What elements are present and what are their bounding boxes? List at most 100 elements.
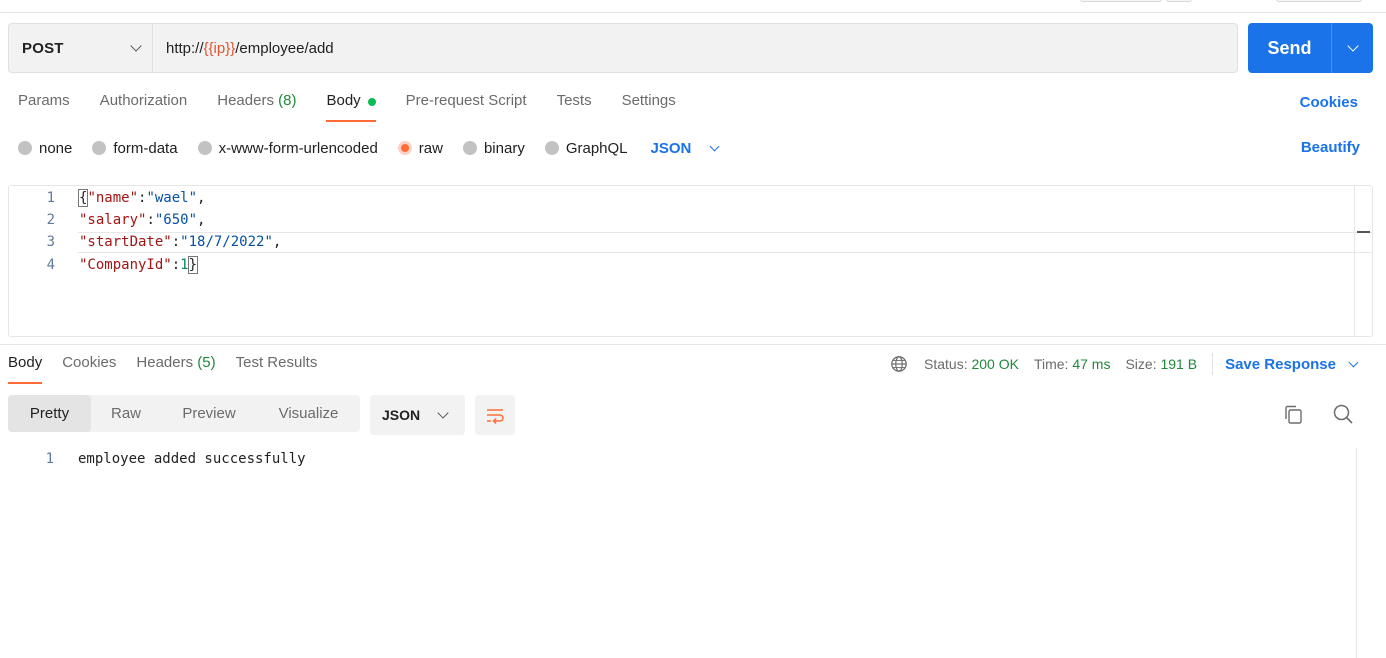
json-comma: , [197, 190, 206, 206]
send-dropdown-button[interactable] [1332, 23, 1373, 73]
save-response-label: Save Response [1225, 355, 1336, 373]
beautify-button[interactable]: Beautify [1301, 139, 1360, 156]
top-fragment [1166, 0, 1192, 2]
tab-tests[interactable]: Tests [557, 92, 592, 122]
response-format-select[interactable]: JSON [370, 395, 465, 435]
tab-pre-request-script[interactable]: Pre-request Script [406, 92, 527, 122]
radio-circle-icon [92, 141, 107, 155]
method-select[interactable]: POST [9, 24, 153, 72]
wrap-lines-button[interactable] [475, 395, 515, 435]
radio-label: form-data [113, 139, 178, 157]
json-comma: , [272, 234, 282, 250]
response-line: 1 employee added successfully [8, 448, 306, 470]
tab-headers[interactable]: Headers (8) [217, 92, 296, 122]
response-scrollbar[interactable] [1356, 448, 1357, 658]
radio-circle-icon [197, 141, 212, 155]
line-number: 3 [46, 234, 55, 250]
radio-graphql[interactable]: GraphQL [544, 140, 628, 157]
method-label: POST [22, 39, 64, 57]
copy-icon[interactable] [1283, 404, 1305, 426]
editor-line: 4 "CompanyId":1} [9, 254, 199, 276]
tab-label: Test Results [235, 354, 318, 371]
line-number: 2 [46, 212, 55, 228]
tab-response-headers[interactable]: Headers (5) [136, 354, 215, 384]
url-input[interactable]: http://{{ip}}/employee/add [153, 40, 334, 57]
editor-scrollbar[interactable] [1354, 186, 1372, 336]
status-value: 200 OK [971, 356, 1019, 372]
pane-divider[interactable] [0, 344, 1386, 345]
line-code: {"name":"wael", [77, 189, 206, 207]
tab-label: Tests [556, 92, 592, 109]
url-variable: {{ip}} [203, 39, 236, 57]
tab-label: Authorization [99, 92, 188, 109]
send-button-group: Send [1248, 23, 1373, 73]
view-mode-selector: Pretty Raw Preview Visualize [8, 395, 360, 432]
json-colon: : [146, 212, 155, 228]
wrap-lines-icon [487, 409, 504, 425]
search-icon[interactable] [1332, 403, 1354, 425]
time-indicator[interactable]: Time: 47 ms [1034, 356, 1111, 372]
tab-label: Body [326, 92, 361, 109]
status-indicator[interactable]: Status: 200 OK [924, 356, 1019, 372]
radio-binary[interactable]: binary [462, 140, 525, 157]
tab-label: Pre-request Script [405, 92, 527, 109]
status-label: Status: [924, 356, 968, 372]
view-mode-pretty[interactable]: Pretty [8, 395, 91, 432]
scrollbar-marker [1357, 231, 1370, 233]
top-fragment [1276, 0, 1362, 2]
tab-params[interactable]: Params [18, 92, 70, 122]
url-suffix: /employee/add [235, 39, 334, 57]
globe-icon[interactable] [890, 355, 908, 373]
response-status-bar: Status: 200 OK Time: 47 ms Size: 191 B S… [890, 353, 1359, 375]
radio-circle-icon [462, 141, 477, 155]
line-number: 4 [46, 257, 55, 273]
url-bar: POST http://{{ip}}/employee/add [8, 23, 1238, 73]
response-body-viewer[interactable]: 1 employee added successfully [8, 448, 1386, 658]
tab-test-results[interactable]: Test Results [236, 354, 318, 384]
size-indicator[interactable]: Size: 191 B [1125, 356, 1197, 372]
size-label: Size: [1125, 356, 1157, 372]
response-text: employee added successfully [78, 451, 306, 467]
tab-label: Headers [217, 92, 274, 109]
time-label: Time: [1033, 356, 1069, 372]
json-value: "650" [154, 212, 198, 228]
save-response-button[interactable]: Save Response [1225, 355, 1359, 373]
radio-x-www-form-urlencoded[interactable]: x-www-form-urlencoded [197, 140, 378, 157]
view-mode-preview[interactable]: Preview [161, 395, 257, 432]
body-format-label: JSON [650, 139, 692, 157]
radio-none[interactable]: none [18, 140, 72, 157]
chevron-down-icon [709, 141, 720, 151]
radio-circle-icon [544, 141, 559, 155]
chevron-down-icon [437, 407, 449, 419]
json-value: "wael" [146, 190, 198, 206]
cookies-link[interactable]: Cookies [1300, 94, 1358, 111]
status-dot-icon [367, 98, 376, 106]
tab-response-cookies[interactable]: Cookies [62, 354, 116, 384]
chevron-down-icon [1348, 357, 1359, 367]
line-code: "salary":"650", [79, 212, 205, 228]
body-type-options: none form-data x-www-form-urlencoded raw… [18, 138, 720, 158]
radio-form-data[interactable]: form-data [92, 139, 178, 157]
editor-line: 2 "salary":"650", [9, 209, 206, 231]
send-button[interactable]: Send [1248, 23, 1332, 73]
tab-authorization[interactable]: Authorization [100, 92, 188, 122]
radio-raw[interactable]: raw [397, 139, 443, 157]
radio-label: raw [418, 139, 443, 157]
view-mode-visualize[interactable]: Visualize [257, 395, 360, 432]
tab-body[interactable]: Body [326, 92, 376, 122]
body-format-select[interactable]: JSON [650, 139, 720, 157]
json-comma: , [197, 212, 206, 228]
view-mode-raw[interactable]: Raw [91, 395, 161, 432]
json-key: "CompanyId" [79, 257, 172, 273]
json-value: "18/7/2022" [180, 234, 273, 250]
json-key: "salary" [79, 212, 147, 228]
top-strip [0, 0, 1386, 13]
chevron-down-icon [130, 40, 142, 52]
status-separator [1212, 353, 1214, 375]
tab-settings[interactable]: Settings [622, 92, 676, 122]
json-colon: : [171, 234, 181, 250]
radio-selected-icon [397, 141, 412, 155]
request-body-editor[interactable]: 1 {"name":"wael", 2 "salary":"650", 3 "s… [8, 185, 1373, 337]
size-value: 191 B [1160, 356, 1198, 372]
tab-response-body[interactable]: Body [8, 354, 43, 384]
